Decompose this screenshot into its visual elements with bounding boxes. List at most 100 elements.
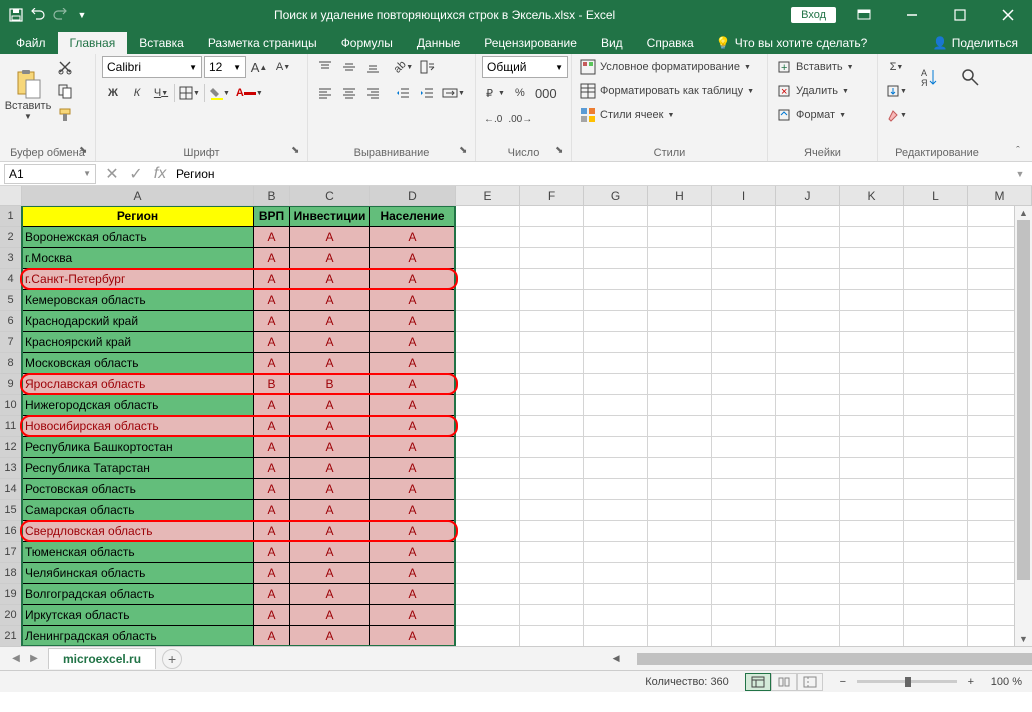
cell[interactable] [456, 542, 520, 563]
row-header[interactable]: 10 [0, 395, 22, 416]
cell[interactable] [520, 458, 584, 479]
region-cell[interactable]: Ростовская область [22, 479, 254, 500]
cell[interactable] [520, 269, 584, 290]
data-cell[interactable]: А [254, 458, 290, 479]
cell[interactable] [904, 605, 968, 626]
scroll-left-icon[interactable]: ◀ [609, 651, 623, 667]
data-cell[interactable]: А [370, 605, 456, 626]
cell[interactable] [584, 332, 648, 353]
vertical-scrollbar[interactable]: ▲ ▼ [1014, 206, 1032, 646]
cell[interactable] [648, 332, 712, 353]
cell[interactable] [584, 206, 648, 227]
cell[interactable] [520, 248, 584, 269]
italic-button[interactable]: К [126, 82, 148, 104]
cancel-formula-icon[interactable]: ✕ [100, 164, 124, 184]
tab-review[interactable]: Рецензирование [472, 32, 589, 54]
accept-formula-icon[interactable]: ✓ [124, 164, 148, 184]
region-cell[interactable]: Красноярский край [22, 332, 254, 353]
cell[interactable] [456, 521, 520, 542]
cell[interactable] [712, 458, 776, 479]
wrap-text-icon[interactable] [417, 56, 439, 78]
cell[interactable] [712, 374, 776, 395]
decrease-indent-icon[interactable] [392, 82, 414, 104]
data-cell[interactable]: А [254, 584, 290, 605]
row-header[interactable]: 6 [0, 311, 22, 332]
data-cell[interactable]: А [290, 521, 370, 542]
comma-icon[interactable]: 000 [533, 82, 559, 104]
cell[interactable] [712, 290, 776, 311]
cell[interactable] [712, 248, 776, 269]
cell[interactable] [648, 584, 712, 605]
cell[interactable] [776, 248, 840, 269]
cell[interactable] [648, 479, 712, 500]
data-cell[interactable]: А [254, 332, 290, 353]
data-cell[interactable]: А [254, 416, 290, 437]
data-cell[interactable]: А [290, 584, 370, 605]
row-header[interactable]: 21 [0, 626, 22, 646]
row-header[interactable]: 20 [0, 605, 22, 626]
tab-home[interactable]: Главная [58, 32, 128, 54]
fill-icon[interactable]: ▼ [884, 80, 909, 102]
cell[interactable] [904, 437, 968, 458]
cell[interactable] [904, 374, 968, 395]
cell[interactable] [584, 290, 648, 311]
cell[interactable] [776, 521, 840, 542]
cell[interactable] [520, 563, 584, 584]
cell[interactable] [520, 416, 584, 437]
data-cell[interactable]: А [290, 563, 370, 584]
cell[interactable] [712, 542, 776, 563]
cell[interactable] [584, 311, 648, 332]
data-cell[interactable]: А [290, 332, 370, 353]
cell[interactable] [776, 311, 840, 332]
region-cell[interactable]: Нижегородская область [22, 395, 254, 416]
data-cell[interactable]: А [290, 458, 370, 479]
data-cell[interactable]: А [254, 479, 290, 500]
collapse-ribbon-icon[interactable]: ˆ [1008, 143, 1028, 159]
header-cell[interactable]: Население [370, 206, 456, 227]
data-cell[interactable]: А [254, 563, 290, 584]
cell[interactable] [520, 332, 584, 353]
cell[interactable] [584, 584, 648, 605]
data-cell[interactable]: А [254, 500, 290, 521]
bold-button[interactable]: Ж [102, 82, 124, 104]
region-cell[interactable]: Самарская область [22, 500, 254, 521]
cell[interactable] [904, 458, 968, 479]
data-cell[interactable]: А [370, 290, 456, 311]
cell[interactable] [840, 584, 904, 605]
cell[interactable] [776, 500, 840, 521]
login-button[interactable]: Вход [791, 7, 836, 23]
row-header[interactable]: 3 [0, 248, 22, 269]
data-cell[interactable]: А [370, 542, 456, 563]
region-cell[interactable]: г.Москва [22, 248, 254, 269]
cell[interactable] [712, 416, 776, 437]
data-cell[interactable]: А [370, 332, 456, 353]
data-cell[interactable]: А [254, 353, 290, 374]
data-cell[interactable]: А [370, 437, 456, 458]
cell[interactable] [712, 269, 776, 290]
cell[interactable] [456, 437, 520, 458]
cell[interactable] [520, 521, 584, 542]
format-cells-button[interactable]: Формат▼ [774, 104, 871, 126]
cell[interactable] [776, 269, 840, 290]
cell[interactable] [840, 542, 904, 563]
row-header[interactable]: 8 [0, 353, 22, 374]
cell[interactable] [904, 542, 968, 563]
data-cell[interactable]: А [254, 269, 290, 290]
cell[interactable] [584, 374, 648, 395]
cell[interactable] [840, 479, 904, 500]
cell[interactable] [712, 584, 776, 605]
share-button[interactable]: 👤Поделиться [923, 32, 1028, 54]
cell[interactable] [520, 227, 584, 248]
cell[interactable] [840, 290, 904, 311]
tell-me-search[interactable]: 💡Что вы хотите сделать? [706, 32, 878, 54]
cell[interactable] [840, 563, 904, 584]
number-format-select[interactable]: Общий▼ [482, 56, 568, 78]
data-cell[interactable]: А [290, 605, 370, 626]
underline-button[interactable]: Ч▼ [150, 82, 172, 104]
cell[interactable] [584, 269, 648, 290]
cell[interactable] [840, 269, 904, 290]
data-cell[interactable]: А [290, 353, 370, 374]
cell[interactable] [840, 458, 904, 479]
cell[interactable] [776, 437, 840, 458]
cell[interactable] [520, 605, 584, 626]
